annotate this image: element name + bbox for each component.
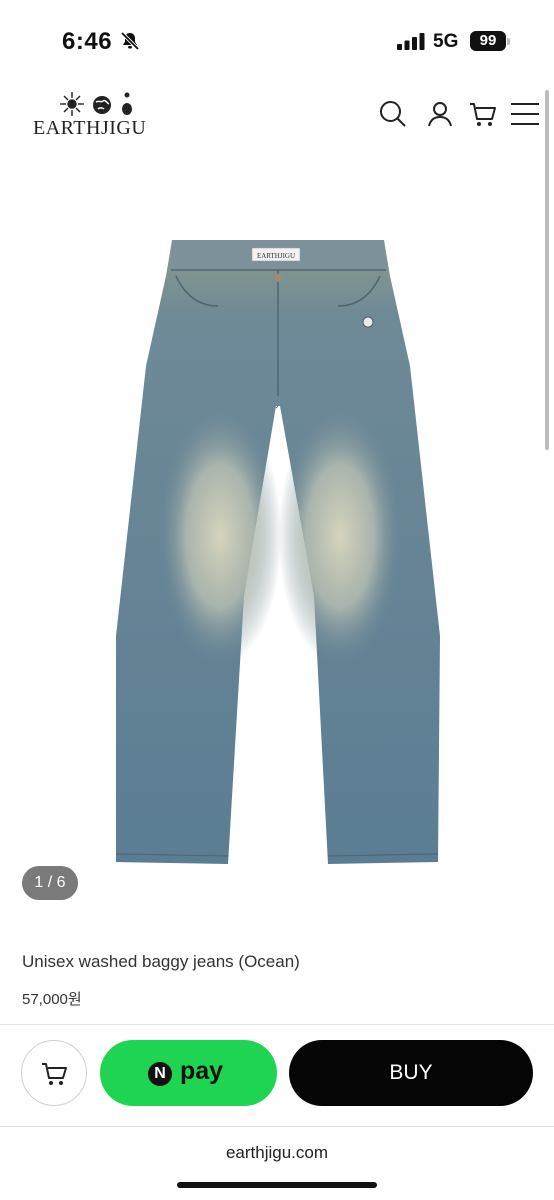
cart-icon: [42, 1063, 67, 1085]
product-price: 57,000원: [22, 991, 82, 1008]
status-time: 6:46: [62, 28, 113, 55]
user-icon[interactable]: [425, 99, 455, 129]
add-to-cart-button[interactable]: [21, 1040, 87, 1106]
product-title: Unisex washed baggy jeans (Ocean): [22, 952, 300, 971]
naver-n-icon: N: [148, 1062, 172, 1086]
status-bar: 6:46 5G 99: [0, 0, 554, 84]
logo-symbols-icon[interactable]: [60, 90, 135, 118]
image-pager: 1 / 6: [22, 866, 78, 900]
jeans-label-tag: EARTHJIGU: [257, 252, 295, 260]
silent-bell-icon: [120, 31, 140, 51]
scrollbar[interactable]: [545, 90, 549, 450]
network-type: 5G: [433, 31, 459, 52]
battery-tip: [507, 38, 510, 45]
divider: [0, 1024, 554, 1025]
home-indicator[interactable]: [177, 1182, 377, 1188]
npay-label: pay: [180, 1057, 224, 1085]
naver-pay-button[interactable]: N pay: [100, 1040, 277, 1106]
brand-logo[interactable]: EARTHJIGU: [33, 117, 146, 140]
url-domain[interactable]: earthjigu.com: [0, 1143, 554, 1163]
product-image[interactable]: EARTHJIGU: [100, 236, 456, 870]
buy-button[interactable]: BUY: [289, 1040, 533, 1106]
cart-icon[interactable]: [468, 99, 498, 129]
search-icon[interactable]: [378, 99, 408, 129]
divider: [0, 1126, 554, 1127]
menu-icon[interactable]: [509, 99, 541, 129]
battery-indicator: 99: [470, 31, 506, 51]
signal-icon: [397, 33, 425, 50]
